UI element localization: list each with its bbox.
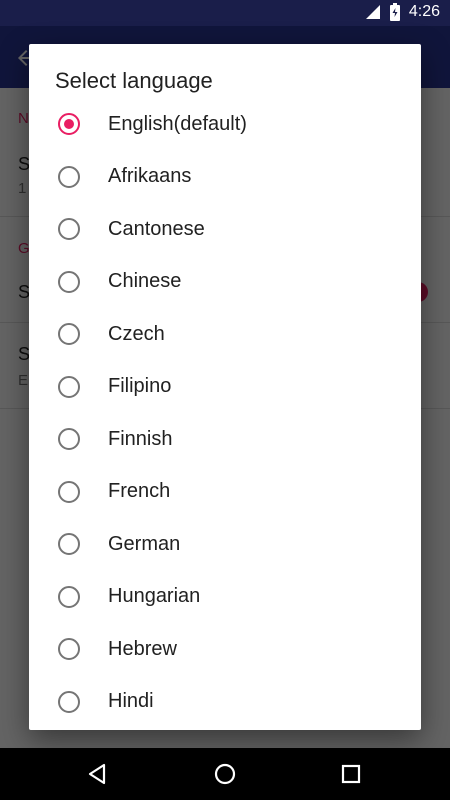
radio-button-icon[interactable] [58, 428, 80, 451]
language-label: Afrikaans [108, 165, 192, 188]
language-label: Filipino [108, 375, 172, 398]
language-label: Cantonese [108, 217, 205, 240]
language-label: Chinese [108, 270, 182, 293]
language-option-chinese[interactable]: Chinese [29, 256, 421, 309]
language-label: Hungarian [108, 585, 201, 608]
radio-button-icon[interactable] [58, 690, 80, 713]
status-bar: 4:26 [0, 0, 450, 26]
radio-button-icon[interactable] [58, 533, 80, 556]
battery-icon [389, 3, 400, 21]
radio-button-icon[interactable] [58, 585, 80, 608]
home-icon[interactable] [211, 760, 239, 788]
language-label: Hindi [108, 690, 154, 713]
navigation-bar [0, 748, 450, 800]
language-label: German [108, 532, 181, 555]
radio-button-icon[interactable] [58, 113, 80, 136]
radio-button-icon[interactable] [58, 165, 80, 188]
language-label: Finnish [108, 427, 173, 450]
language-label: French [108, 480, 171, 503]
language-option-french[interactable]: French [29, 466, 421, 519]
language-label: Czech [108, 322, 165, 345]
language-option-hungarian[interactable]: Hungarian [29, 571, 421, 624]
radio-button-icon[interactable] [58, 480, 80, 503]
language-option-cantonese[interactable]: Cantonese [29, 203, 421, 256]
radio-button-icon[interactable] [58, 270, 80, 293]
radio-button-icon[interactable] [58, 375, 80, 398]
radio-button-icon[interactable] [58, 323, 80, 346]
language-option-finnish[interactable]: Finnish [29, 413, 421, 466]
language-label: English(default) [108, 112, 247, 135]
language-option-german[interactable]: German [29, 518, 421, 571]
language-option-afrikaans[interactable]: Afrikaans [29, 151, 421, 204]
language-option-czech[interactable]: Czech [29, 308, 421, 361]
language-label: Hebrew [108, 637, 177, 660]
dialog-title: Select language [55, 68, 213, 93]
select-language-dialog: Select language English(default) Afrikaa… [29, 44, 421, 730]
back-icon[interactable] [84, 760, 112, 788]
radio-button-icon[interactable] [58, 218, 80, 241]
language-option-hindi[interactable]: Hindi [29, 676, 421, 729]
language-option-english[interactable]: English(default) [29, 98, 421, 151]
language-options: English(default) Afrikaans Cantonese Chi… [29, 98, 421, 728]
status-time: 4:26 [408, 3, 440, 20]
language-option-filipino[interactable]: Filipino [29, 361, 421, 414]
radio-button-icon[interactable] [58, 638, 80, 661]
recents-icon[interactable] [337, 760, 365, 788]
language-option-hebrew[interactable]: Hebrew [29, 623, 421, 676]
signal-icon [365, 5, 380, 19]
status-icons: 4:26 [365, 3, 440, 21]
